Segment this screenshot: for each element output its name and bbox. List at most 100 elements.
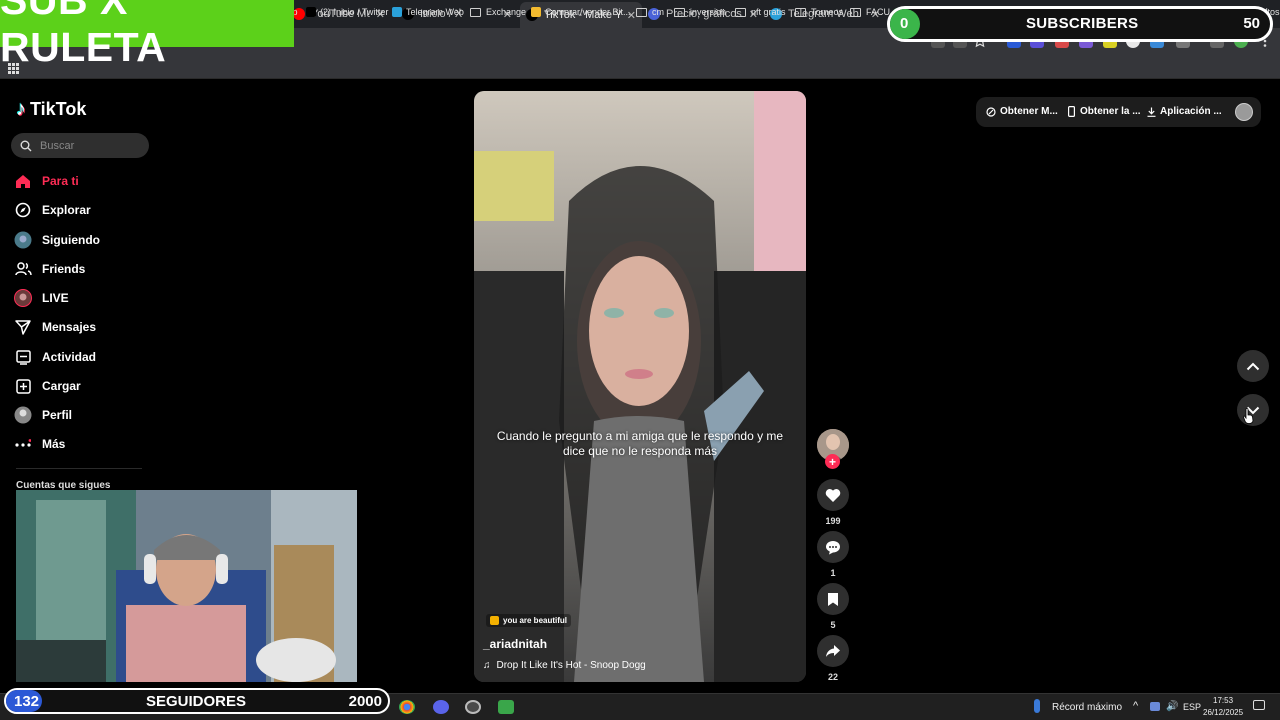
tiktok-logo-text: TikTok [30,99,87,119]
weather-label: Récord máximo [1052,702,1123,713]
video-player[interactable]: Cuando le pregunto a mi amiga que le res… [474,91,806,682]
bookmark-item[interactable]: (2) Inicio / Twitter [306,5,388,19]
bookmark-item[interactable]: FACU [850,5,890,19]
get-app-label: Obtener la ... [1080,106,1141,117]
chrome-taskbar-icon[interactable] [399,700,415,714]
compass-icon [14,201,32,219]
tray-app-icon[interactable] [1150,702,1160,711]
language-indicator[interactable]: ESP [1183,702,1201,712]
bookmark-item[interactable]: Telegram Web [392,5,464,19]
subscribers-goal: 50 [1243,15,1260,32]
clock-time[interactable]: 17:53 [1213,696,1233,705]
clock-date[interactable]: 26/12/2025 [1203,708,1243,717]
coin-icon [986,106,996,117]
comment-count: 1 [830,568,836,578]
folder-icon [636,7,647,17]
search-bar[interactable] [11,133,149,158]
get-app-button[interactable]: Obtener la ... [1068,106,1141,117]
sidebar-item-cargar[interactable]: Cargar [14,375,81,397]
bookmark-label: Torneos [811,7,844,17]
sidebar-item-live[interactable]: LIVE [14,287,69,309]
chevron-up-icon [1246,362,1260,370]
bookmark-item[interactable]: nft gratis [735,5,786,19]
previous-video-button[interactable] [1237,350,1269,382]
music-note-icon: ♫ [483,660,491,671]
effect-label: you are beautiful [503,616,568,625]
get-coins-button[interactable]: Obtener M... [986,106,1058,117]
search-icon [20,140,32,151]
bookmark-item[interactable]: Torneos [795,5,843,19]
tiktok-note-icon: ♪ [16,98,26,120]
comment-button[interactable] [817,531,849,563]
bookmark-item[interactable]: inversion [674,5,726,19]
folder-icon [735,7,746,17]
friends-icon [14,260,32,278]
sidebar-item-label: Siguiendo [42,233,100,247]
sidebar-item-perfil[interactable]: Perfil [14,404,72,426]
bookmark-item[interactable]: Exchange [470,5,526,19]
profile-avatar[interactable] [1235,103,1253,121]
music-label: Drop It Like It's Hot - Snoop Dogg [496,660,646,671]
save-button[interactable] [817,583,849,615]
share-arrow-icon [826,645,840,657]
folder-icon [795,7,806,17]
x-icon [306,7,316,17]
desktop-app-label: Aplicación ... [1160,106,1222,117]
sidebar-item-label: Para ti [42,174,79,188]
streamer-webcam [16,490,357,682]
bookmark-item[interactable]: cm [636,5,664,19]
sidebar-item-siguiendo[interactable]: Siguiendo [14,229,100,251]
app-taskbar-icon[interactable] [498,700,514,714]
volume-icon[interactable]: 🔊 [1166,701,1178,712]
sidebar-item-label: Friends [42,262,86,276]
sidebar-item-label: LIVE [42,291,69,305]
sidebar-item-label: Cargar [42,379,81,393]
send-icon [14,318,32,336]
sidebar-item-label: Mensajes [42,320,97,334]
live-avatar-icon [14,289,32,307]
follow-plus-button[interactable]: + [825,454,840,469]
notifications-icon[interactable] [1253,700,1265,710]
activity-icon [14,348,32,366]
search-input[interactable] [40,139,140,152]
sidebar-item-más[interactable]: Más [14,433,65,455]
save-count: 5 [830,620,836,630]
bookmark-label: Comprar/vender Bit... [545,7,631,17]
sidebar-divider [16,468,142,469]
more-icon [14,435,32,453]
bookmark-label: inversion [690,7,727,17]
bookmark-item[interactable]: Comprar/vender Bit... [531,5,631,19]
sidebar-item-para-ti[interactable]: Para ti [14,170,79,192]
telegram-icon [392,7,402,17]
obs-taskbar-icon[interactable] [465,700,481,714]
bookmark-label: FACU [866,7,891,17]
upload-icon [14,377,32,395]
bookmark-label: cm [652,7,664,17]
tray-chevron-up-icon[interactable]: ^ [1133,700,1138,712]
share-button[interactable] [817,635,849,667]
share-count: 22 [827,672,838,682]
hand-cursor-icon [1243,408,1254,429]
video-caption: Cuando le pregunto a mi amiga que le res… [496,429,784,458]
video-author[interactable]: _ariadnitah [483,637,547,651]
bookmark-label: (2) Inicio / Twitter [320,7,389,17]
get-coins-label: Obtener M... [1000,106,1058,117]
desktop-app-button[interactable]: Aplicación ... [1147,106,1222,117]
like-button[interactable] [817,479,849,511]
effect-tag[interactable]: you are beautiful [486,614,572,627]
heart-icon [825,488,841,502]
effect-icon [490,616,499,625]
subscribers-label: SUBSCRIBERS [1026,15,1139,32]
tiktok-logo[interactable]: ♪ TikTok [16,98,86,121]
thermometer-icon [1034,699,1040,713]
folder-icon [674,7,685,17]
video-frame [474,91,806,682]
sidebar-item-friends[interactable]: Friends [14,258,85,280]
video-music[interactable]: ♫ Drop It Like It's Hot - Snoop Dogg [483,660,646,671]
sidebar-item-explorar[interactable]: Explorar [14,199,91,221]
discord-taskbar-icon[interactable] [433,700,449,714]
sidebar-item-actividad[interactable]: Actividad [14,346,96,368]
sidebar-item-mensajes[interactable]: Mensajes [14,316,96,338]
bookmark-icon [828,592,838,606]
sub-ruleta-banner: SUB X RULETA [0,0,294,70]
